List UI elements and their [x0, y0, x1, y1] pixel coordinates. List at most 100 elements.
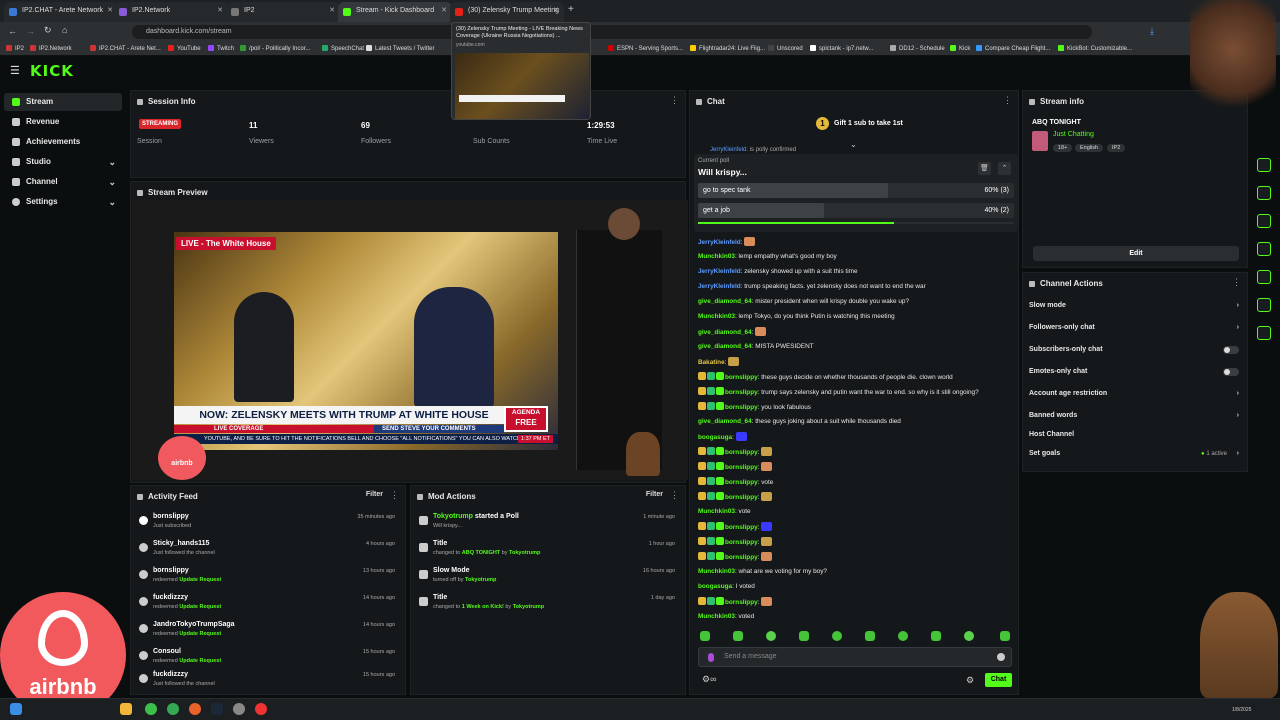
collapse-icon[interactable]: ⌃ — [998, 162, 1011, 175]
reward-link[interactable]: Update Request — [179, 658, 221, 664]
mod-user[interactable]: Tokyotrump — [433, 513, 473, 520]
channel-action-slow-mode[interactable]: Slow mode › — [1029, 297, 1239, 315]
bookmark[interactable]: Compare Cheap Flight... — [976, 42, 1050, 56]
sidebar-item-settings[interactable]: Settings ⌄ — [4, 193, 122, 211]
channel-action-set-goals[interactable]: Set goals ● 1 active › — [1029, 445, 1239, 463]
activity-user[interactable]: Consoul — [153, 648, 181, 655]
chat-username[interactable]: boogasuga — [698, 583, 732, 590]
trash-icon[interactable]: 🗑 — [978, 162, 991, 175]
bookmark[interactable]: IP2 — [6, 42, 24, 56]
chat-username[interactable]: bornslippy — [725, 494, 758, 501]
close-tab-icon[interactable]: ✕ — [217, 2, 223, 20]
chat-username[interactable]: bornslippy — [725, 539, 758, 546]
chat-username[interactable]: give_diamond_64 — [698, 418, 752, 425]
reload-icon[interactable]: ↻ — [44, 25, 52, 36]
firefox-icon[interactable] — [189, 703, 201, 715]
emote-icon[interactable] — [1000, 631, 1010, 641]
chat-username[interactable]: bornslippy — [725, 374, 758, 381]
chat-username[interactable]: bornslippy — [725, 464, 758, 471]
chat-settings-icon[interactable]: ⚙∞ — [702, 674, 716, 685]
bookmark[interactable]: IP2.CHAT - Arete Net... — [90, 42, 161, 56]
emote-icon[interactable] — [832, 631, 842, 641]
chrome-icon[interactable] — [167, 703, 179, 715]
bookmark[interactable]: Kick — [950, 42, 970, 56]
microphone-icon[interactable] — [708, 653, 714, 662]
emote-icon[interactable] — [700, 631, 710, 641]
chat-username[interactable]: JerryKleinfeld — [698, 283, 741, 290]
chat-username[interactable]: JerryKleinfeld — [710, 147, 746, 153]
chat-username[interactable]: Munchkin03 — [698, 313, 735, 320]
more-options-icon[interactable]: ⋮ — [670, 490, 679, 501]
chat-username[interactable]: Bakatine — [698, 359, 725, 366]
rail-grid-icon[interactable] — [1257, 298, 1271, 312]
bookmark[interactable]: /pol/ - Politically Incor... — [240, 42, 310, 56]
more-options-icon[interactable]: ⋮ — [1232, 277, 1241, 288]
edit-stream-info-button[interactable]: Edit — [1033, 246, 1239, 261]
reward-link[interactable]: Update Request — [179, 577, 221, 583]
home-icon[interactable]: ⌂ — [62, 25, 67, 35]
download-icon[interactable]: ⤓ — [1150, 26, 1154, 37]
poll-option[interactable]: get a job 40% (2) — [698, 203, 1014, 218]
activity-user[interactable]: Sticky_hands115 — [153, 540, 209, 547]
rail-tool-icon[interactable] — [1257, 158, 1271, 172]
activity-user[interactable]: fuckdizzzy — [153, 671, 188, 678]
emote-icon[interactable] — [733, 631, 743, 641]
more-options-icon[interactable]: ⋮ — [670, 95, 679, 106]
filter-button[interactable]: Filter — [646, 491, 663, 498]
more-options-icon[interactable]: ⋮ — [390, 490, 399, 501]
spotify-icon[interactable] — [145, 703, 157, 715]
sidebar-item-revenue[interactable]: Revenue — [4, 113, 122, 131]
stream-category[interactable]: Just Chatting — [1053, 131, 1094, 138]
mod-user[interactable]: Tokyotrump — [509, 550, 540, 556]
forward-icon[interactable]: → — [26, 26, 35, 36]
chat-username[interactable]: give_diamond_64 — [698, 298, 752, 305]
chat-username[interactable]: bornslippy — [725, 449, 758, 456]
channel-action-followers-only[interactable]: Followers-only chat › — [1029, 319, 1239, 337]
chevron-down-icon[interactable]: ⌄ — [850, 140, 857, 149]
close-tab-icon[interactable]: ✕ — [329, 2, 335, 20]
send-chat-button[interactable]: Chat — [985, 673, 1012, 687]
windows-start-icon[interactable] — [10, 703, 22, 715]
chat-username[interactable]: Munchkin03 — [698, 253, 735, 260]
settings-icon[interactable] — [233, 703, 245, 715]
chat-username[interactable]: Munchkin03 — [698, 508, 735, 515]
url-input[interactable]: dashboard.kick.com/stream — [132, 25, 1092, 39]
emote-icon[interactable] — [964, 631, 974, 641]
activity-user[interactable]: fuckdizzzy — [153, 594, 188, 601]
emote-icon[interactable] — [898, 631, 908, 641]
chat-username[interactable]: bornslippy — [725, 389, 758, 396]
emotes-only-toggle[interactable] — [1223, 368, 1239, 376]
more-options-icon[interactable]: ⋮ — [1003, 95, 1012, 106]
emote-icon[interactable] — [766, 631, 776, 641]
rail-chat-icon[interactable] — [1257, 242, 1271, 256]
bookmark[interactable]: YouTube — [168, 42, 201, 56]
bookmark[interactable]: Unscored — [768, 42, 803, 56]
chat-username[interactable]: bornslippy — [725, 524, 758, 531]
sidebar-item-channel[interactable]: Channel ⌄ — [4, 173, 122, 191]
sidebar-item-stream[interactable]: Stream — [4, 93, 122, 111]
chat-username[interactable]: boogasuga — [698, 434, 732, 441]
sidebar-item-studio[interactable]: Studio ⌄ — [4, 153, 122, 171]
browser-tab-active[interactable]: Stream - Kick Dashboard ✕ — [338, 2, 452, 22]
bookmark[interactable]: KickBot: Customizable... — [1058, 42, 1132, 56]
bookmark[interactable]: ESPN - Serving Sports... — [608, 42, 683, 56]
chat-username[interactable]: JerryKleinfeld — [698, 268, 741, 275]
kick-logo[interactable]: KICK — [30, 62, 74, 80]
activity-user[interactable]: bornslippy — [153, 513, 189, 520]
file-explorer-icon[interactable] — [120, 703, 132, 715]
bookmark[interactable]: spictank - ip7.netw... — [810, 42, 873, 56]
close-tab-icon[interactable]: ✕ — [553, 2, 559, 20]
emote-icon[interactable] — [799, 631, 809, 641]
steam-icon[interactable] — [211, 703, 223, 715]
browser-tab[interactable]: IP2 ✕ — [226, 2, 340, 22]
menu-icon[interactable]: ☰ — [10, 64, 20, 77]
rail-phone-icon[interactable] — [1257, 214, 1271, 228]
back-icon[interactable]: ← — [8, 26, 17, 36]
poll-option[interactable]: go to spec tank 60% (3) — [698, 183, 1014, 198]
filter-button[interactable]: Filter — [366, 491, 383, 498]
bookmark[interactable]: IP2.Network — [30, 42, 72, 56]
close-tab-icon[interactable]: ✕ — [107, 2, 113, 20]
reward-link[interactable]: Update Request — [179, 631, 221, 637]
channel-action-host-channel[interactable]: Host Channel — [1029, 426, 1239, 444]
subscribers-only-toggle[interactable] — [1223, 346, 1239, 354]
